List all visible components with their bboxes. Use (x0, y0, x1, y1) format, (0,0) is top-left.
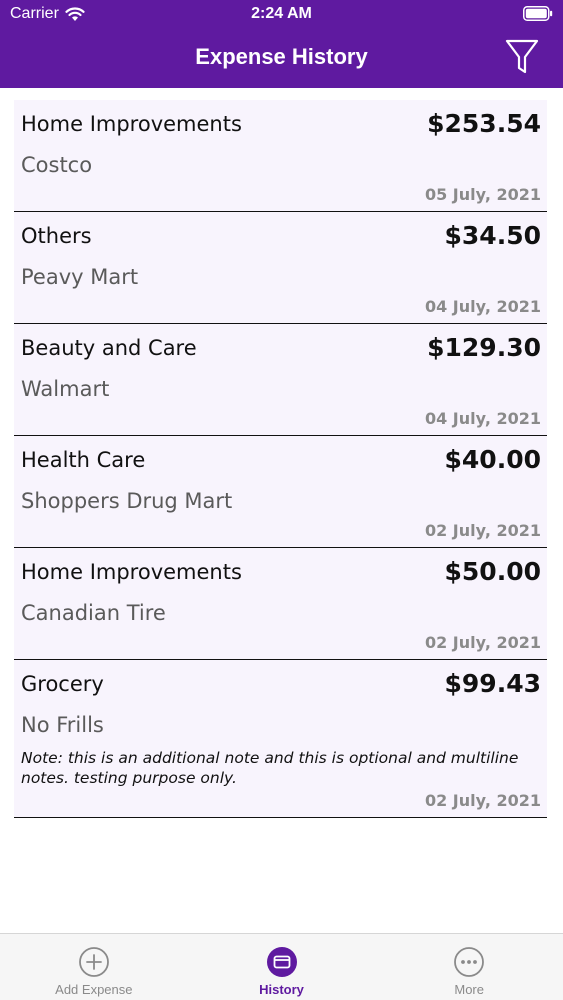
expense-row[interactable]: Home Improvements $50.00 Canadian Tire 0… (14, 548, 547, 660)
expense-store: Shoppers Drug Mart (21, 489, 233, 513)
page-title: Expense History (195, 44, 368, 69)
expense-date: 05 July, 2021 (424, 185, 541, 204)
expense-amount: $99.43 (444, 669, 541, 698)
expense-amount: $50.00 (444, 557, 541, 586)
expense-category: Beauty and Care (21, 336, 197, 360)
plus-circle-icon (78, 947, 109, 977)
expense-category: Others (21, 224, 92, 248)
expense-date: 02 July, 2021 (424, 633, 541, 652)
tab-label: Add Expense (55, 982, 133, 997)
expense-amount: $129.30 (427, 333, 541, 362)
expense-date: 02 July, 2021 (424, 521, 541, 540)
expense-store: Walmart (21, 377, 110, 401)
filter-icon[interactable] (505, 38, 539, 76)
expense-store: Costco (21, 153, 93, 177)
expense-row[interactable]: Grocery $99.43 No Frills Note: this is a… (14, 660, 547, 818)
tab-add-expense[interactable]: Add Expense (0, 934, 188, 1000)
expense-row[interactable]: Home Improvements $253.54 Costco 05 July… (14, 100, 547, 212)
expense-history-screen: Carrier 2:24 AM Expense History Home Imp… (0, 0, 563, 1000)
expense-store: Canadian Tire (21, 601, 166, 625)
status-bar: Carrier 2:24 AM (0, 0, 563, 30)
history-folder-icon (266, 947, 297, 977)
expense-note: Note: this is an additional note and thi… (21, 749, 519, 787)
expense-amount: $253.54 (427, 109, 541, 138)
tab-bar: Add Expense History More (0, 933, 563, 1000)
expense-category: Grocery (21, 672, 104, 696)
expense-store: Peavy Mart (21, 265, 139, 289)
expense-category: Home Improvements (21, 560, 242, 584)
tab-label: More (454, 982, 484, 997)
battery-icon (523, 6, 553, 21)
expense-date: 04 July, 2021 (424, 297, 541, 316)
more-ellipsis-icon (454, 947, 485, 977)
navigation-header: Carrier 2:24 AM Expense History (0, 0, 563, 88)
expense-date: 02 July, 2021 (424, 791, 541, 810)
expense-amount: $34.50 (444, 221, 541, 250)
tab-history[interactable]: History (188, 934, 376, 1000)
expense-category: Home Improvements (21, 112, 242, 136)
expense-date: 04 July, 2021 (424, 409, 541, 428)
expense-list: Home Improvements $253.54 Costco 05 July… (14, 100, 547, 818)
expense-category: Health Care (21, 448, 146, 472)
tab-more[interactable]: More (375, 934, 563, 1000)
expense-row[interactable]: Others $34.50 Peavy Mart 04 July, 2021 (14, 212, 547, 324)
expense-store: No Frills (21, 713, 104, 737)
expense-amount: $40.00 (444, 445, 541, 474)
expense-row[interactable]: Beauty and Care $129.30 Walmart 04 July,… (14, 324, 547, 436)
tab-label: History (259, 982, 304, 997)
status-time: 2:24 AM (251, 5, 312, 22)
expense-row[interactable]: Health Care $40.00 Shoppers Drug Mart 02… (14, 436, 547, 548)
